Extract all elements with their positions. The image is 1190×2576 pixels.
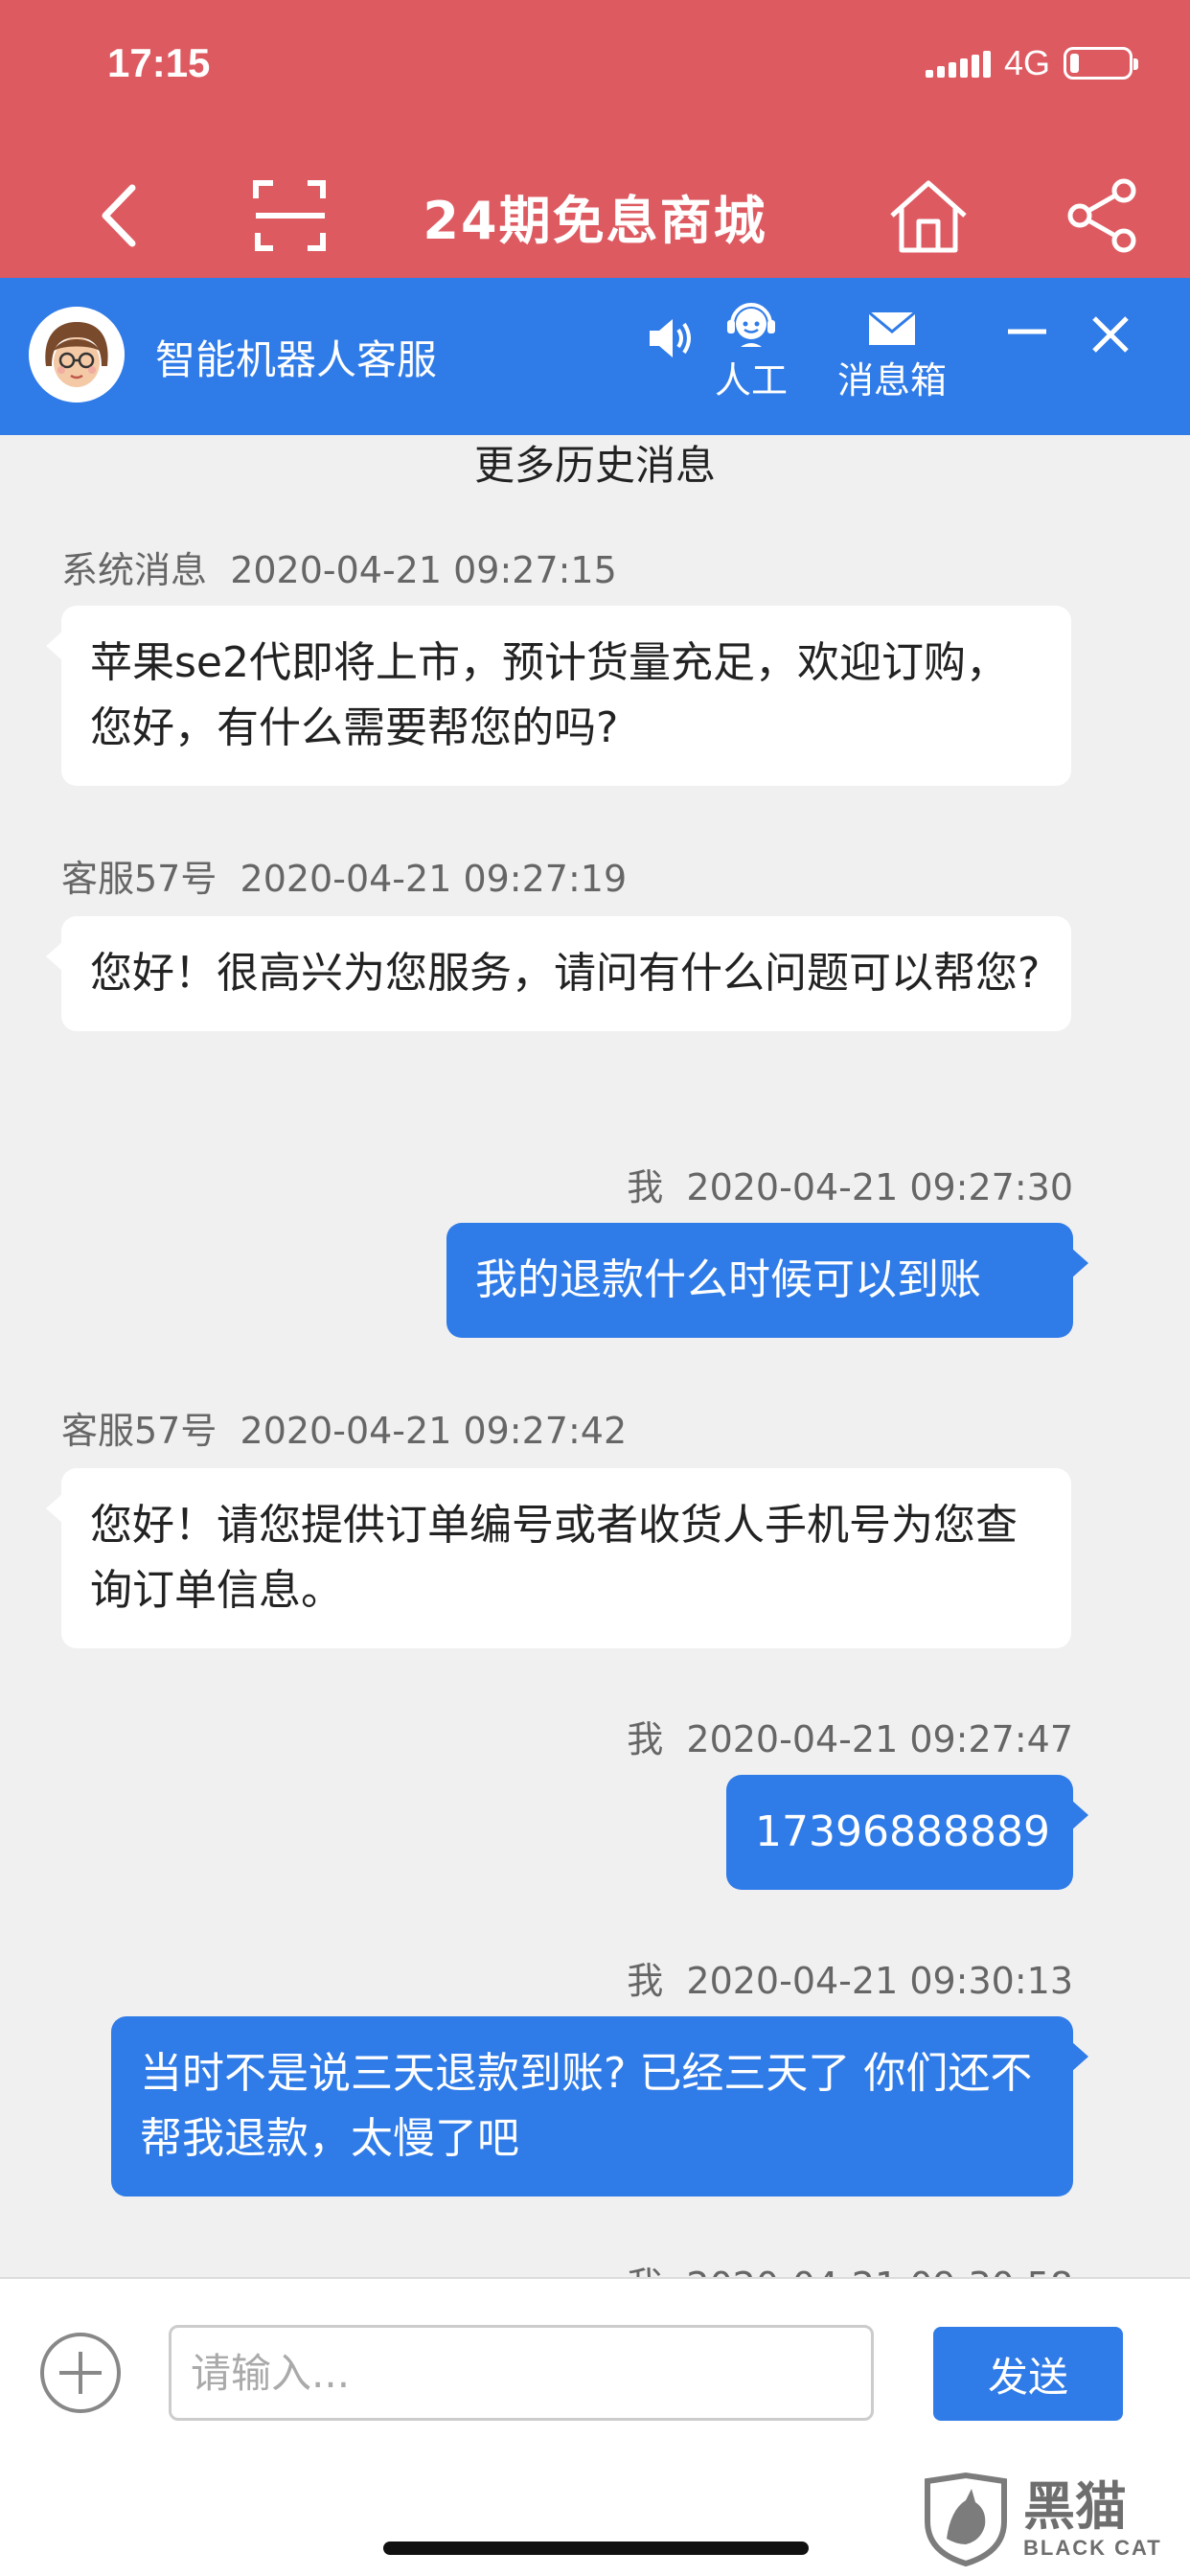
inbox-button[interactable]: 消息箱 [837,303,947,403]
nav-bar: 24期免息商城 [0,153,1190,278]
message-sender: 我 [627,1960,664,2002]
home-icon[interactable] [885,153,972,278]
message-sender: 我 [627,1166,664,1208]
minimize-icon[interactable] [1006,320,1048,349]
message-time: 2020-04-21 09:30:13 [686,1960,1073,2002]
mail-icon [868,310,916,345]
message-sender: 客服57号 [61,1410,217,1452]
chat-area[interactable]: 更多历史消息 系统消息 2020-04-21 09:27:15 苹果se2代即将… [0,435,1190,2277]
message-meta: 我 2020-04-21 09:30:58 [627,2256,1073,2277]
status-time: 17:15 [107,40,211,85]
agent-button[interactable]: 人工 [715,303,788,403]
message-meta: 客服57号 2020-04-21 09:27:19 [61,849,627,902]
message-meta: 我 2020-04-21 09:27:30 [627,1158,1073,1210]
message-time: 2020-04-21 09:27:19 [240,858,628,900]
speaker-icon[interactable] [648,316,698,360]
avatar [29,307,125,402]
customer-service-header: 智能机器人客服 人工 消息箱 [0,278,1190,435]
battery-icon [1064,47,1138,80]
message-bubble-received: 您好！很高兴为您服务，请问有什么问题可以帮您? [46,916,1071,1031]
message-meta: 我 2020-04-21 09:27:47 [627,1710,1073,1762]
inbox-label: 消息箱 [837,359,948,402]
message-bubble-sent: 我的退款什么时候可以到账 [446,1223,1088,1338]
watermark-en: BLACK CAT [1023,2536,1162,2560]
signal-icon [925,49,991,78]
share-icon[interactable] [1060,153,1146,278]
message-bubble-sent: 当时不是说三天退款到账? 已经三天了 你们还不帮我退款，太慢了吧 [111,2016,1088,2196]
cs-title: 智能机器人客服 [155,335,438,383]
message-time: 2020-04-21 09:30:58 [686,2265,1073,2277]
message-bubble-received: 您好！请您提供订单编号或者收货人手机号为您查询订单信息。 [46,1468,1071,1648]
send-button[interactable]: 发送 [933,2327,1123,2421]
status-indicators: 4G [925,42,1138,84]
message-bubble-sent: 17396888889 [726,1775,1088,1890]
message-input[interactable] [169,2325,874,2421]
message-sender: 客服57号 [61,858,217,900]
more-history-link[interactable]: 更多历史消息 [0,435,1190,496]
message-sender: 我 [627,2265,663,2277]
network-type: 4G [1003,43,1050,82]
message-sender: 系统消息 [61,549,208,591]
message-meta: 客服57号 2020-04-21 09:27:42 [61,1401,627,1454]
input-bar: 发送 [0,2277,1190,2465]
message-sender: 我 [627,1718,664,1760]
battery-level [1070,54,1079,73]
black-cat-logo-icon [925,2472,1007,2567]
home-indicator[interactable] [383,2542,809,2555]
message-time: 2020-04-21 09:27:30 [686,1166,1073,1208]
page-title: 24期免息商城 [423,190,767,251]
watermark-cn: 黑猫 [1023,2476,1127,2537]
message-time: 2020-04-21 09:27:47 [686,1718,1073,1760]
agent-icon [727,303,775,347]
close-icon[interactable] [1090,314,1131,355]
app-header: 17:15 4G 24期免息商城 [0,0,1190,278]
message-meta: 我 2020-04-21 09:30:13 [627,1951,1073,2004]
message-bubble-received: 苹果se2代即将上市，预计货量充足，欢迎订购，您好，有什么需要帮您的吗? [46,606,1071,786]
watermark: 黑猫 BLACK CAT [918,2463,1177,2576]
message-time: 2020-04-21 09:27:42 [240,1410,628,1452]
plus-icon[interactable] [40,2333,121,2413]
message-time: 2020-04-21 09:27:15 [230,549,617,591]
agent-label: 人工 [715,359,789,402]
message-meta: 系统消息 2020-04-21 09:27:15 [61,540,617,593]
